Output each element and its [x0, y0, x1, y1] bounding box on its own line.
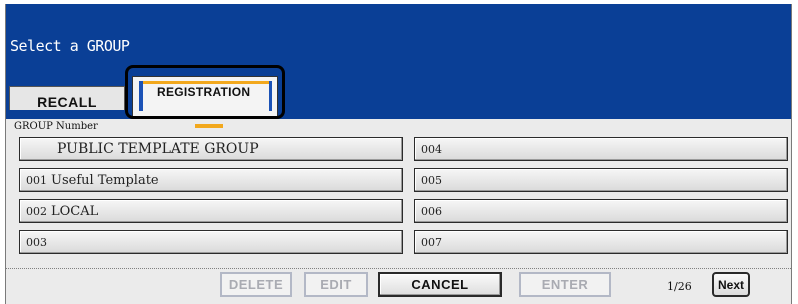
delete-button[interactable]: DELETE: [220, 272, 292, 297]
group-number-label: GROUP Number: [14, 121, 98, 132]
tab-accent-right: [269, 81, 272, 111]
group-button-003[interactable]: 003: [19, 230, 403, 254]
group-button-005[interactable]: 005: [414, 168, 788, 192]
group-number: 005: [421, 173, 442, 187]
tab-recall[interactable]: RECALL: [9, 86, 125, 110]
tab-accent-top: [143, 81, 269, 84]
group-button-006[interactable]: 006: [414, 199, 788, 223]
group-name: PUBLIC TEMPLATE GROUP: [57, 141, 259, 157]
group-number: 006: [421, 204, 442, 218]
group-number: 004: [421, 142, 442, 156]
group-number: 003: [26, 235, 47, 249]
active-tab-indicator: [195, 124, 223, 128]
tab-registration-label: REGISTRATION: [157, 84, 251, 99]
group-number: 001: [26, 173, 47, 187]
group-button-002[interactable]: 002 LOCAL: [19, 199, 403, 223]
next-page-button[interactable]: Next: [712, 272, 750, 297]
group-number: 002: [26, 204, 47, 218]
group-name: Useful Template: [51, 172, 159, 188]
page-title: Select a GROUP: [10, 37, 130, 55]
panel-frame: Select a GROUP RECALL REGISTRATION GROUP…: [5, 4, 792, 304]
cancel-button[interactable]: CANCEL: [378, 272, 502, 297]
group-button-007[interactable]: 007: [414, 230, 788, 254]
page-indicator: 1/26: [667, 280, 692, 293]
edit-button[interactable]: EDIT: [304, 272, 368, 297]
group-number: 007: [421, 235, 442, 249]
enter-button[interactable]: ENTER: [519, 272, 611, 297]
tab-accent-left: [139, 81, 143, 111]
group-button-001[interactable]: 001 Useful Template: [19, 168, 403, 192]
divider: [6, 268, 791, 269]
group-button-004[interactable]: 004: [414, 137, 788, 161]
group-button-public-template[interactable]: PUBLIC TEMPLATE GROUP: [19, 137, 403, 161]
group-name: LOCAL: [51, 203, 99, 219]
